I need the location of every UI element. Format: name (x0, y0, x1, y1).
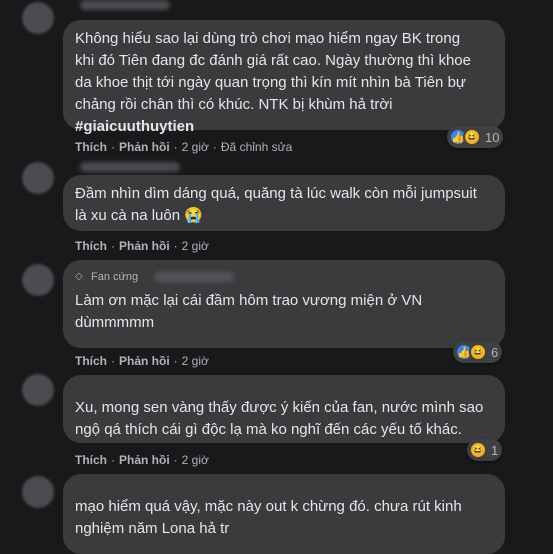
comment-actions: Thích · Phản hồi · 2 giờ (75, 238, 209, 254)
badge-row: ◇ Fan cứng (75, 268, 493, 286)
author-name-blurred[interactable] (80, 0, 170, 10)
hashtag-link[interactable]: #giaicuuthuytien (75, 116, 493, 138)
reaction-summary[interactable]: 👍 😆 10 (447, 126, 504, 148)
comment-text: Đầm nhìn dìm dáng quá, quăng tà lúc walk… (75, 185, 477, 224)
reaction-summary[interactable]: 👍 😆 6 (453, 341, 503, 363)
reply-button[interactable]: Phản hồi (119, 140, 170, 154)
diamond-icon: ◇ (75, 271, 83, 282)
separator-dot: · (111, 453, 115, 467)
avatar[interactable] (22, 374, 54, 406)
avatar[interactable] (22, 264, 54, 296)
comment-actions: Thích · Phản hồi · 2 giờ (75, 452, 209, 468)
author-name-blurred[interactable] (80, 162, 180, 172)
like-button[interactable]: Thích (75, 140, 107, 154)
haha-icon: 😆 (463, 128, 481, 146)
avatar[interactable] (22, 162, 54, 194)
timestamp[interactable]: 2 giờ (182, 140, 209, 154)
comment-actions: Thích · Phản hồi · 2 giờ · Đã chỉnh sửa (75, 139, 292, 155)
comment-bubble: mạo hiểm quá vậy, mặc này out k chừng đó… (63, 474, 505, 554)
like-button[interactable]: Thích (75, 453, 107, 467)
haha-icon: 😆 (469, 441, 487, 459)
comment-text: Làm ơn mặc lại cái đầm hôm trao vương mi… (75, 292, 423, 331)
reply-button[interactable]: Phản hồi (119, 354, 170, 368)
separator-dot: · (173, 140, 178, 154)
timestamp[interactable]: 2 giờ (182, 239, 209, 253)
comment-bubble: Xu, mong sen vàng thấy được ý kiến của f… (63, 375, 505, 443)
reply-button[interactable]: Phản hồi (119, 453, 170, 467)
separator-dot: · (111, 140, 115, 154)
reaction-count: 6 (491, 344, 499, 360)
separator-dot: · (173, 239, 178, 253)
comment-text: Không hiểu sao lại dùng trò chơi mạo hiể… (75, 30, 471, 113)
edited-label[interactable]: Đã chỉnh sửa (221, 140, 292, 154)
comment-actions: Thích · Phản hồi · 2 giờ (75, 353, 209, 369)
comment-text: Xu, mong sen vàng thấy được ý kiến của f… (75, 399, 484, 438)
reaction-summary[interactable]: 😆 1 (467, 439, 503, 461)
fan-badge[interactable]: Fan cứng (91, 271, 138, 283)
author-name-blurred[interactable] (154, 272, 235, 282)
reply-button[interactable]: Phản hồi (119, 239, 170, 253)
avatar[interactable] (22, 2, 54, 34)
separator-dot: · (111, 239, 115, 253)
avatar[interactable] (22, 476, 54, 508)
comment-text: mạo hiểm quá vậy, mặc này out k chừng đó… (75, 498, 462, 537)
haha-icon: 😆 (469, 343, 487, 361)
comment-bubble: ◇ Fan cứng Làm ơn mặc lại cái đầm hôm tr… (63, 260, 505, 348)
like-button[interactable]: Thích (75, 354, 107, 368)
comment-bubble: Không hiểu sao lại dùng trò chơi mạo hiể… (63, 20, 505, 135)
reaction-count: 10 (485, 129, 500, 145)
comment-bubble: Đầm nhìn dìm dáng quá, quăng tà lúc walk… (63, 175, 505, 231)
separator-dot: · (212, 140, 217, 154)
timestamp[interactable]: 2 giờ (182, 453, 209, 467)
separator-dot: · (173, 354, 178, 368)
reaction-count: 1 (491, 442, 499, 458)
like-button[interactable]: Thích (75, 239, 107, 253)
separator-dot: · (173, 453, 178, 467)
separator-dot: · (111, 354, 115, 368)
timestamp[interactable]: 2 giờ (182, 354, 209, 368)
